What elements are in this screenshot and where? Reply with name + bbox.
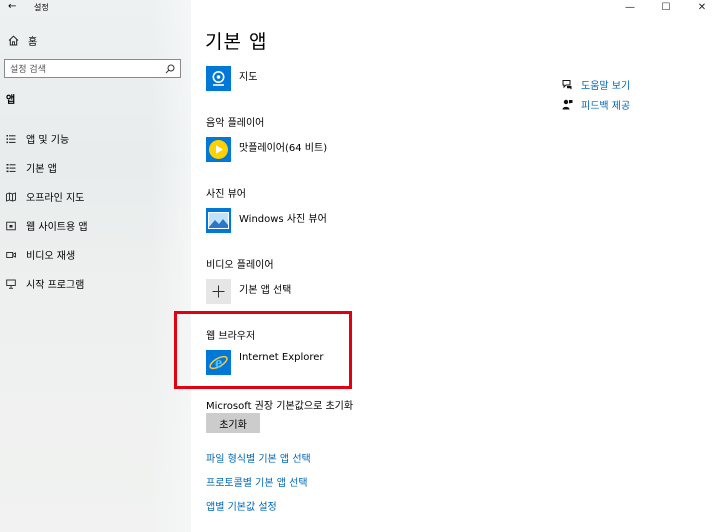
music-player-label: 음악 플레이어 <box>206 118 265 129</box>
photo-app-name: Windows 사진 뷰어 <box>239 214 327 225</box>
search-placeholder: 설정 검색 <box>10 65 46 75</box>
window-controls: — ☐ ✕ <box>612 0 720 14</box>
maps-app-name: 지도 <box>239 72 258 83</box>
home-nav-item[interactable]: 홈 <box>8 33 37 48</box>
video-playback-icon <box>6 251 16 258</box>
default-apps-icon <box>6 163 16 172</box>
minimize-button[interactable]: — <box>612 0 648 14</box>
apps-for-websites-icon <box>6 221 16 230</box>
close-button[interactable]: ✕ <box>684 0 720 14</box>
offline-maps-icon <box>6 191 16 202</box>
sidebar-item-apps-features[interactable]: 앱 및 기능 <box>6 124 88 153</box>
sidebar-item-video-playback[interactable]: 비디오 재생 <box>6 240 88 269</box>
startup-icon <box>6 279 16 289</box>
choose-video-app-button[interactable]: 기본 앱 선택 <box>206 279 291 304</box>
highlight-box <box>174 311 352 389</box>
get-help-label: 도움말 보기 <box>581 80 631 92</box>
apps-features-icon <box>6 134 16 143</box>
sidebar-item-default-apps[interactable]: 기본 앱 <box>6 153 88 182</box>
get-help-link[interactable]: 도움말 보기 <box>562 74 630 94</box>
feedback-label: 피드백 제공 <box>581 100 631 112</box>
home-label: 홈 <box>28 37 38 48</box>
sidebar-item-apps-for-websites[interactable]: 웹 사이트용 앱 <box>6 211 88 240</box>
help-links: 도움말 보기 피드백 제공 <box>562 74 630 114</box>
sidebar-item-startup[interactable]: 시작 프로그램 <box>6 269 88 298</box>
reset-label: Microsoft 권장 기본값으로 초기화 <box>206 401 354 412</box>
maximize-button[interactable]: ☐ <box>648 0 684 14</box>
feedback-link[interactable]: 피드백 제공 <box>562 94 630 114</box>
home-icon <box>8 35 19 46</box>
music-app-name: 맛플레이어(64 비트) <box>239 143 328 154</box>
plus-icon <box>206 279 231 304</box>
sidebar-item-label: 비디오 재생 <box>26 251 76 262</box>
feedback-icon <box>562 99 573 109</box>
music-app-button[interactable]: 맛플레이어(64 비트) <box>206 137 327 162</box>
sidebar-item-label: 기본 앱 <box>26 164 57 175</box>
choose-default-app-label: 기본 앱 선택 <box>239 285 292 296</box>
sidebar-item-label: 앱 및 기능 <box>26 135 70 146</box>
set-defaults-by-app-link[interactable]: 앱별 기본값 설정 <box>206 498 277 513</box>
search-input[interactable]: 설정 검색 <box>4 59 181 78</box>
maps-app-button[interactable]: 지도 <box>206 66 257 91</box>
choose-by-file-type-link[interactable]: 파일 형식별 기본 앱 선택 <box>206 450 311 465</box>
window-title: 설정 <box>34 3 49 12</box>
choose-by-protocol-link[interactable]: 프로토콜별 기본 앱 선택 <box>206 474 308 489</box>
chat-help-icon <box>562 79 572 89</box>
sidebar-item-label: 시작 프로그램 <box>26 280 85 291</box>
sidebar-item-label: 웹 사이트용 앱 <box>26 222 88 233</box>
sidebar-item-offline-maps[interactable]: 오프라인 지도 <box>6 182 88 211</box>
video-player-label: 비디오 플레이어 <box>206 260 274 271</box>
back-arrow-icon[interactable]: ← <box>8 1 16 12</box>
photo-app-button[interactable]: Windows 사진 뷰어 <box>206 208 327 233</box>
sidebar-nav: 앱 및 기능 기본 앱 오프라인 지도 웹 사이트용 앱 비디오 재생 시작 프… <box>6 124 88 298</box>
section-title: 앱 <box>6 95 16 106</box>
maps-app-icon <box>206 66 231 91</box>
music-app-icon <box>206 137 231 162</box>
photo-viewer-label: 사진 뷰어 <box>206 189 246 200</box>
photo-app-icon <box>206 208 231 233</box>
search-icon <box>165 64 175 73</box>
page-title: 기본 앱 <box>205 31 268 53</box>
sidebar-item-label: 오프라인 지도 <box>26 193 85 204</box>
reset-button[interactable]: 초기화 <box>206 413 260 433</box>
